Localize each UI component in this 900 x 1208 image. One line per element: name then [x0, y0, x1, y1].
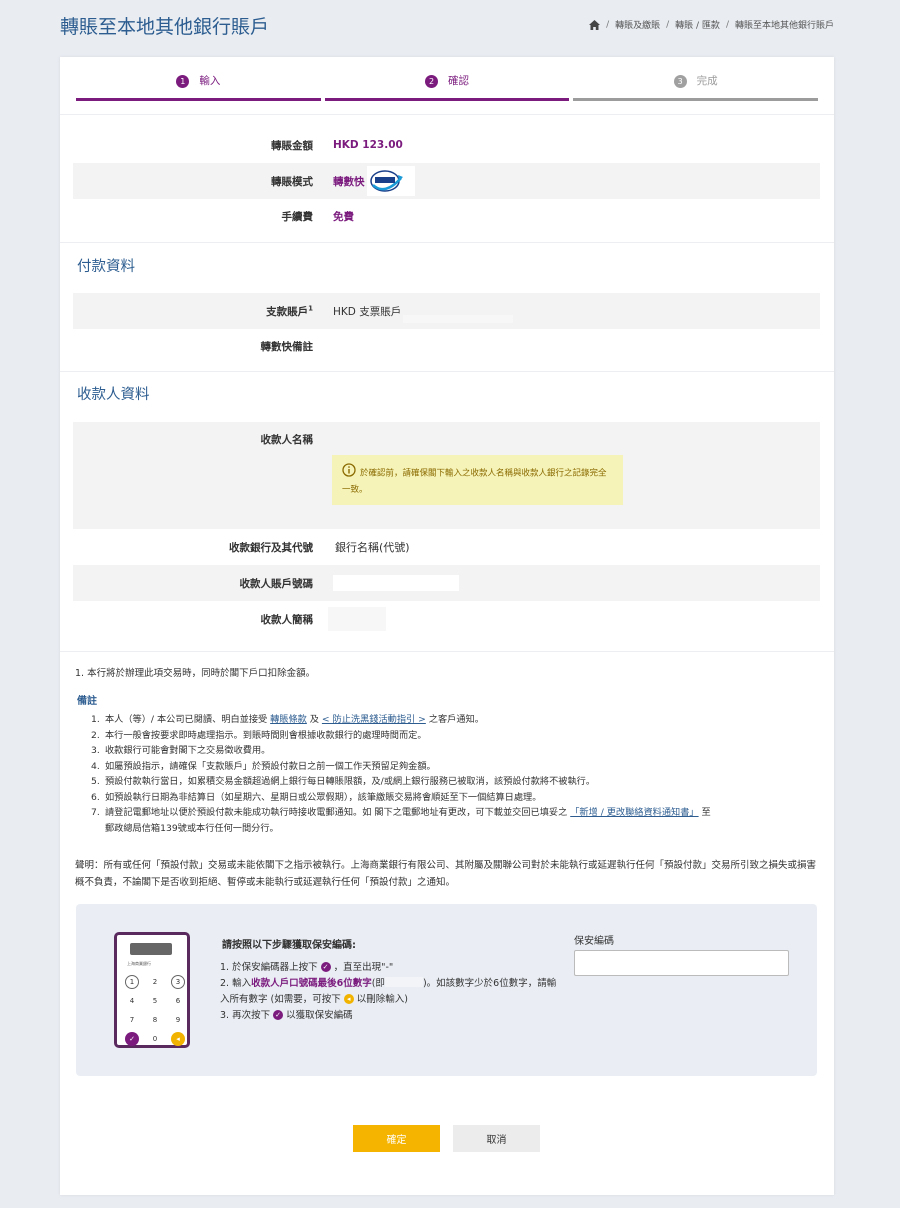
- token-bank-name: 上海商業銀行: [127, 961, 151, 966]
- token-key: 8: [152, 1016, 158, 1024]
- remark-item: 7. 請登記電郵地址以便於預設付款未能成功執行時接收電郵通知。如 閣下之電郵地址…: [91, 807, 711, 834]
- debit-account-value: HKD 支票賬戶: [333, 305, 402, 318]
- payee-account-row: 收款人賬戶號碼: [73, 565, 820, 601]
- back-key-icon: ◂: [343, 994, 354, 1004]
- remark-item: 3. 收款銀行可能會對閣下之交易徵收費用。: [91, 745, 271, 756]
- fps-logo-icon: [366, 166, 415, 196]
- remarks-list: 1. 本人（等）/ 本公司已閱讀、明白並接受 轉賬條款 及 < 防止洗黑錢活動指…: [91, 712, 821, 836]
- payee-name-warning: 於確認前，請確保閣下輸入之收款人名稱與收款人銀行之記錄完全一致。: [332, 455, 623, 505]
- payee-section-title: 收款人資料: [77, 387, 150, 403]
- aml-guideline-link[interactable]: < 防止洗黑錢活動指引 >: [322, 714, 426, 725]
- security-code-label: 保安編碼: [574, 936, 614, 947]
- remark-item: 2. 本行一般會按要求即時處理指示。到賬時間則會根據收款銀行的處理時間而定。: [91, 729, 427, 741]
- token-key-check-icon: ✓: [125, 1032, 139, 1046]
- token-steps-title: 請按照以下步驟獲取保安編碼:: [222, 940, 356, 951]
- payee-account-label: 收款人賬戶號碼: [239, 577, 314, 590]
- check-key-icon: ✓: [320, 962, 331, 972]
- cancel-button[interactable]: 取消: [453, 1125, 540, 1152]
- breadcrumb: / 轉賬及繳賬 / 轉賬 / 匯款 / 轉賬至本地其他銀行賬戶: [589, 18, 834, 31]
- breadcrumb-item[interactable]: 轉賬 / 匯款: [675, 18, 720, 31]
- redacted-payee-account: [333, 575, 459, 591]
- step-number: 2: [425, 75, 438, 88]
- remarks-title: 備註: [77, 696, 97, 707]
- mode-value: 轉數快: [333, 175, 365, 188]
- step-label: 輸入: [199, 75, 221, 87]
- check-key-icon: ✓: [273, 1010, 284, 1020]
- transfer-card: 1 輸入 2 確認 3 完成 轉賬金額 HKD 123.00 轉賬模式 轉數快: [60, 57, 834, 1195]
- token-step-3: 3. 再次按下 ✓ 以獲取保安編碼: [220, 1010, 353, 1021]
- step-complete: 3 完成: [573, 71, 819, 101]
- token-key: 9: [175, 1016, 181, 1024]
- amount-row: 轉賬金額 HKD 123.00: [73, 133, 820, 157]
- token-step-1: 1. 於保安編碼器上按下 ✓ ，直至出現"-": [220, 962, 394, 973]
- token-key: 0: [152, 1035, 158, 1043]
- breadcrumb-item-current: 轉賬至本地其他銀行賬戶: [734, 21, 834, 31]
- token-step-2: 2. 輸入收款人戶口號碼最後6位數字(即)。如該數字少於6位數字，請輸入所有數字…: [220, 977, 557, 1005]
- fee-row: 手續費 免費: [73, 204, 820, 228]
- fps-note-label: 轉數快備註: [260, 340, 314, 353]
- amount-label: 轉賬金額: [271, 139, 313, 152]
- transfer-terms-link[interactable]: 轉賬條款: [270, 714, 307, 725]
- token-key: 4: [129, 997, 135, 1005]
- footnote-1: 1. 本行將於辦理此項交易時，同時於閣下戶口扣除金額。: [75, 668, 316, 679]
- token-key: 7: [129, 1016, 135, 1024]
- step-number: 1: [176, 75, 190, 88]
- security-token-device-icon: 上海商業銀行 1 2 3 4 5 6 7 8 9 ✓ 0 ◂: [114, 932, 190, 1048]
- security-token-panel: 上海商業銀行 1 2 3 4 5 6 7 8 9 ✓ 0 ◂ 請按照以下步驟獲取…: [76, 904, 817, 1076]
- redacted-account-number: [403, 315, 514, 323]
- token-key: 5: [152, 997, 158, 1005]
- step-number: 3: [673, 75, 687, 88]
- remark-item: 6. 如預設執行日期為非結算日（如星期六、星期日或公眾假期），該筆繳賬交易將會順延…: [91, 791, 542, 803]
- info-icon: [342, 463, 356, 483]
- payee-name-label: 收款人名稱: [260, 434, 314, 446]
- fps-note-row: 轉數快備註: [73, 334, 820, 358]
- amount-value: HKD 123.00: [333, 139, 403, 151]
- token-key-back-icon: ◂: [171, 1032, 185, 1046]
- mode-label: 轉賬模式: [271, 175, 313, 188]
- payee-short-name-row: 收款人簡稱: [73, 606, 820, 632]
- payment-section-title: 付款資料: [77, 259, 135, 275]
- security-code-input[interactable]: [574, 950, 789, 976]
- remark-item: 4. 如屬預設指示，請確保「支款賬戶」於預設付款日之前一個工作天預留足夠金額。: [91, 760, 436, 772]
- disclaimer: 聲明：所有或任何「預設付款」交易或未能依閣下之指示被執行。上海商業銀行有限公司、…: [75, 860, 817, 888]
- payee-bank-label: 收款銀行及其代號: [229, 541, 313, 554]
- remark-item: 1. 本人（等）/ 本公司已閱讀、明白並接受 轉賬條款 及 < 防止洗黑錢活動指…: [91, 714, 484, 725]
- payee-short-name-label: 收款人簡稱: [260, 613, 314, 626]
- token-steps-list: 1. 於保安編碼器上按下 ✓ ，直至出現"-" 2. 輸入收款人戶口號碼最後6位數字…: [220, 960, 560, 1024]
- token-keypad: 1 2 3 4 5 6 7 8 9 ✓ 0 ◂: [125, 975, 185, 1046]
- page-title: 轉賬至本地其他銀行賬戶: [60, 16, 270, 38]
- step-label: 確認: [448, 75, 469, 87]
- payee-bank-value: 銀行名稱(代號): [335, 541, 410, 554]
- fee-value: 免費: [333, 210, 354, 223]
- contact-update-form-link[interactable]: 「新增 / 更改聯絡資料通知書」: [570, 807, 698, 818]
- redacted-payee-short-name: [328, 607, 386, 631]
- token-key: 2: [152, 978, 158, 986]
- confirm-button[interactable]: 確定: [353, 1125, 440, 1152]
- token-key: 3: [171, 975, 185, 989]
- mode-row: 轉賬模式 轉數快: [73, 163, 820, 199]
- token-key: 6: [175, 997, 181, 1005]
- remark-item: 5. 預設付款執行當日，如累積交易金額超過網上銀行每日轉賬限額，及/或網上銀行服務…: [91, 776, 596, 787]
- home-icon[interactable]: [589, 19, 601, 30]
- breadcrumb-item[interactable]: 轉賬及繳賬: [615, 18, 660, 31]
- payee-bank-row: 收款銀行及其代號 銀行名稱(代號): [73, 535, 820, 559]
- fee-label: 手續費: [281, 210, 314, 223]
- step-label: 完成: [696, 75, 718, 87]
- progress-steps: 1 輸入 2 確認 3 完成: [76, 71, 819, 101]
- step-confirm: 2 確認: [324, 71, 570, 101]
- debit-account-label: 支款賬戶1: [266, 304, 313, 318]
- token-key: 1: [125, 975, 139, 989]
- debit-account-row: 支款賬戶1 HKD 支票賬戶: [73, 293, 820, 329]
- step-input: 1 輸入: [76, 71, 321, 101]
